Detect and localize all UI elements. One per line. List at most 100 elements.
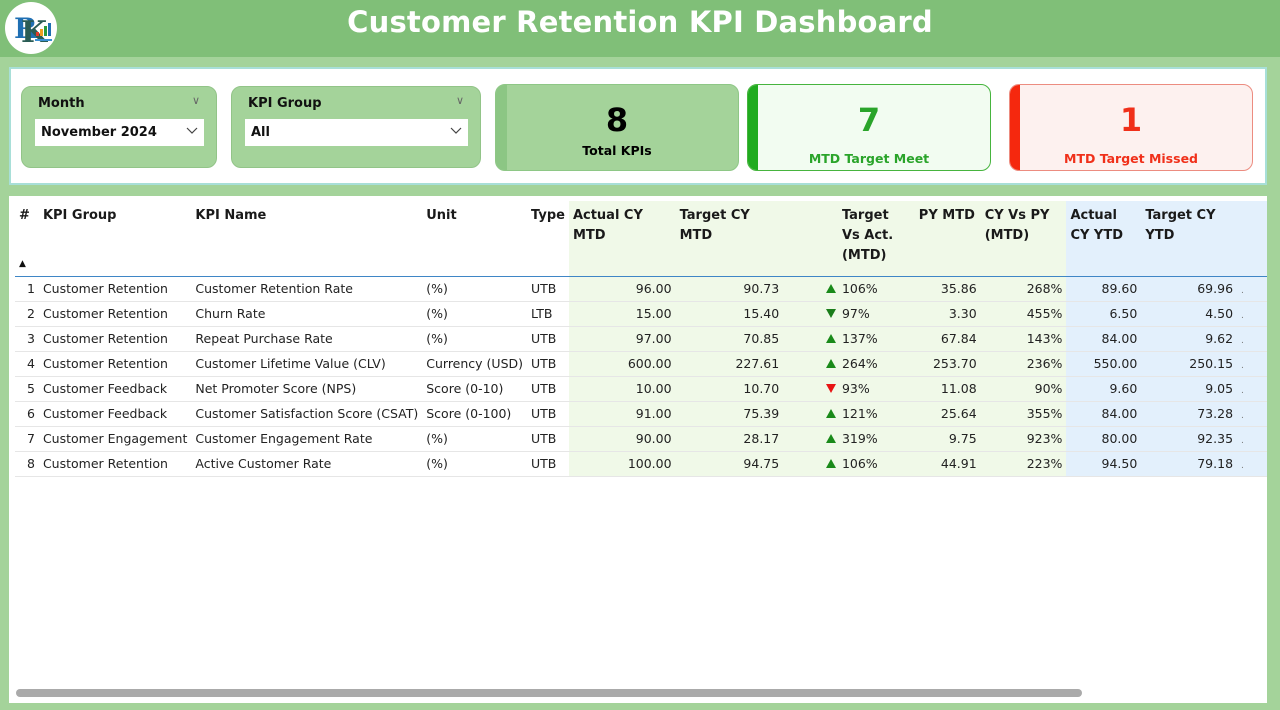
target-cy-ytd-cell: 73.28: [1141, 401, 1238, 427]
cut-off-cell: .: [1237, 301, 1267, 327]
target-cy-mtd-cell: 10.70: [675, 376, 784, 402]
kpi-group-cell: Customer Feedback: [38, 401, 192, 427]
chevron-down-icon[interactable]: [186, 124, 198, 136]
month-dropdown[interactable]: November 2024: [35, 119, 204, 146]
unit-cell: (%): [422, 426, 528, 452]
target-vs-act-cell: 137%: [837, 326, 915, 352]
mtd-target-missed-label: MTD Target Missed: [1064, 151, 1198, 166]
mtd-target-meet-card: 7 MTD Target Meet: [747, 84, 991, 171]
triangle-up-icon: [825, 359, 836, 368]
column-header-target-cy-mtd[interactable]: Target CY MTD: [675, 201, 784, 277]
cut-off-cell: .: [1237, 326, 1267, 352]
column-header-unit[interactable]: Unit: [422, 201, 528, 277]
column-header-actual-cy-mtd[interactable]: Actual CY MTD: [568, 201, 676, 277]
triangle-up-icon: [825, 284, 836, 293]
cy-vs-py-cell: 223%: [980, 451, 1067, 477]
unit-cell: Score (0-100): [422, 401, 528, 427]
column-header-kpi-name[interactable]: KPI Name: [191, 201, 423, 277]
table-row[interactable]: 6 Customer Feedback Customer Satisfactio…: [15, 401, 1267, 427]
table-row[interactable]: 5 Customer Feedback Net Promoter Score (…: [15, 376, 1267, 402]
column-header-type[interactable]: Type: [527, 201, 569, 277]
kpi-table-panel: # ▲ KPI Group KPI Name Unit Type Actual …: [9, 196, 1267, 703]
column-header-actual-cy-ytd[interactable]: Actual CY YTD: [1066, 201, 1142, 277]
trend-cell: [783, 451, 838, 477]
target-vs-act-cell: 264%: [837, 351, 915, 377]
column-header-kpi-group[interactable]: KPI Group: [38, 201, 192, 277]
actual-cy-ytd-cell: 6.50: [1066, 301, 1142, 327]
unit-cell: Currency (USD): [422, 351, 528, 377]
actual-cy-ytd-cell: 550.00: [1066, 351, 1142, 377]
actual-cy-mtd-cell: 90.00: [568, 426, 676, 452]
trend-cell: [783, 301, 838, 327]
kpi-group-dropdown[interactable]: All: [245, 119, 468, 146]
unit-cell: (%): [422, 276, 528, 302]
cy-vs-py-cell: 268%: [980, 276, 1067, 302]
unit-cell: (%): [422, 301, 528, 327]
column-header-cy-vs-py-mtd[interactable]: CY Vs PY (MTD): [980, 201, 1067, 277]
column-header-target-cy-ytd[interactable]: Target CY YTD: [1141, 201, 1238, 277]
chevron-down-icon[interactable]: [450, 124, 462, 136]
kpi-group-cell: Customer Retention: [38, 451, 192, 477]
actual-cy-ytd-cell: 94.50: [1066, 451, 1142, 477]
cy-vs-py-cell: 143%: [980, 326, 1067, 352]
table-header-row: # ▲ KPI Group KPI Name Unit Type Actual …: [15, 201, 1267, 277]
table-row[interactable]: 1 Customer Retention Customer Retention …: [15, 276, 1267, 302]
mtd-target-meet-label: MTD Target Meet: [808, 151, 930, 166]
target-cy-ytd-cell: 9.62: [1141, 326, 1238, 352]
chevron-down-icon[interactable]: ∨: [456, 94, 464, 107]
kpi-group-cell: Customer Feedback: [38, 376, 192, 402]
target-cy-ytd-cell: 4.50: [1141, 301, 1238, 327]
mtd-target-meet-value: 7: [857, 101, 881, 139]
column-header-cut-off: [1237, 201, 1267, 277]
column-header-num[interactable]: # ▲: [15, 201, 39, 277]
month-slicer-label: Month: [38, 96, 85, 111]
triangle-up-icon: [825, 459, 836, 468]
target-cy-ytd-cell: 9.05: [1141, 376, 1238, 402]
sort-ascending-icon[interactable]: ▲: [19, 254, 35, 274]
total-kpis-card: 8 Total KPIs: [495, 84, 739, 171]
truncated-marker: .: [1241, 361, 1244, 371]
actual-cy-ytd-cell: 80.00: [1066, 426, 1142, 452]
month-value: November 2024: [41, 125, 157, 140]
cy-vs-py-cell: 923%: [980, 426, 1067, 452]
kpi-group-cell: Customer Retention: [38, 351, 192, 377]
total-kpis-label: Total KPIs: [582, 143, 652, 158]
column-header-target-vs-act-mtd[interactable]: Target Vs Act. (MTD): [837, 201, 915, 277]
table-row[interactable]: 7 Customer Engagement Customer Engagemen…: [15, 426, 1267, 452]
kpi-group-cell: Customer Retention: [38, 301, 192, 327]
row-number: 7: [15, 426, 39, 452]
target-cy-mtd-cell: 90.73: [675, 276, 784, 302]
actual-cy-mtd-cell: 600.00: [568, 351, 676, 377]
actual-cy-ytd-cell: 84.00: [1066, 326, 1142, 352]
chevron-down-icon[interactable]: ∨: [192, 94, 200, 107]
horizontal-scrollbar[interactable]: [16, 689, 1082, 697]
type-cell: UTB: [527, 351, 569, 377]
row-number: 6: [15, 401, 39, 427]
truncated-marker: .: [1241, 411, 1244, 421]
column-header-py-mtd[interactable]: PY MTD: [914, 201, 981, 277]
py-mtd-cell: 11.08: [914, 376, 981, 402]
kpi-name-cell: Customer Lifetime Value (CLV): [191, 351, 423, 377]
kpi-name-cell: Repeat Purchase Rate: [191, 326, 423, 352]
filter-panel: Month ∨ November 2024 KPI Group ∨ All 8 …: [9, 67, 1267, 185]
header-bar: R K Customer Retention KPI Dashboard: [0, 0, 1280, 57]
target-vs-act-cell: 97%: [837, 301, 915, 327]
type-cell: UTB: [527, 401, 569, 427]
kpi-group-slicer[interactable]: KPI Group ∨ All: [231, 86, 481, 168]
table-row[interactable]: 3 Customer Retention Repeat Purchase Rat…: [15, 326, 1267, 352]
month-slicer[interactable]: Month ∨ November 2024: [21, 86, 217, 168]
row-number: 4: [15, 351, 39, 377]
kpi-group-cell: Customer Retention: [38, 276, 192, 302]
kpi-name-cell: Active Customer Rate: [191, 451, 423, 477]
trend-cell: [783, 326, 838, 352]
table-row[interactable]: 4 Customer Retention Customer Lifetime V…: [15, 351, 1267, 377]
unit-cell: (%): [422, 326, 528, 352]
target-vs-act-cell: 121%: [837, 401, 915, 427]
table-row[interactable]: 2 Customer Retention Churn Rate (%) LTB …: [15, 301, 1267, 327]
table-row[interactable]: 8 Customer Retention Active Customer Rat…: [15, 451, 1267, 477]
column-header-trend[interactable]: [783, 201, 838, 277]
truncated-marker: .: [1241, 286, 1244, 296]
cut-off-cell: .: [1237, 426, 1267, 452]
target-vs-act-cell: 106%: [837, 276, 915, 302]
kpi-name-cell: Churn Rate: [191, 301, 423, 327]
